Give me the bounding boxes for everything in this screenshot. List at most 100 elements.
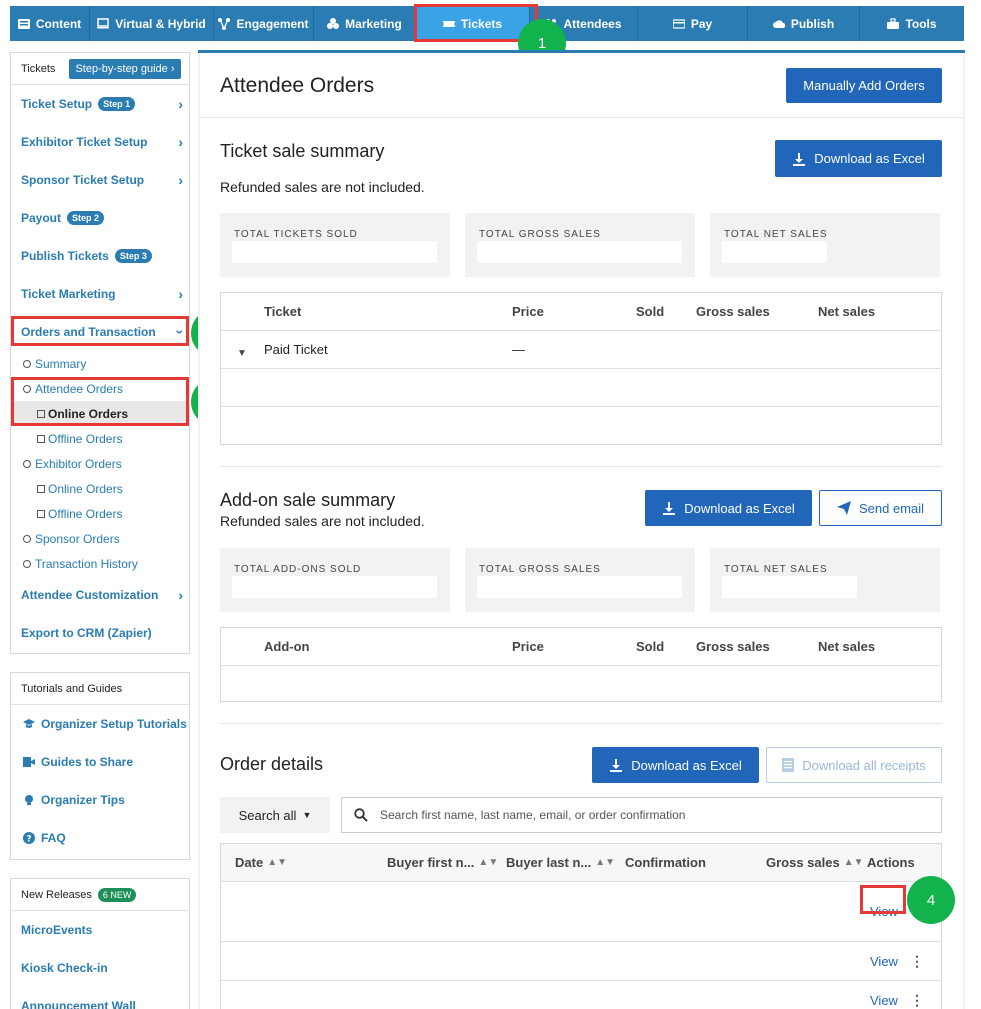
ticket-download-excel-button[interactable]: Download as Excel xyxy=(775,140,942,177)
stat-value xyxy=(477,241,682,263)
sidebar-item-export-crm[interactable]: Export to CRM (Zapier) xyxy=(11,614,189,652)
col-confirmation: Confirmation xyxy=(625,855,706,870)
more-options-icon[interactable]: ⋮ xyxy=(910,942,924,980)
tab-content[interactable]: Content xyxy=(10,6,90,41)
ticket-name: Paid Ticket xyxy=(264,342,328,357)
sidebar-sub-exhibitor-orders[interactable]: Exhibitor Orders xyxy=(11,451,189,476)
sidebar-item-exhibitor-ticket-setup[interactable]: Exhibitor Ticket Setup › xyxy=(11,123,189,161)
release-label: Announcement Wall xyxy=(21,999,136,1009)
tutorial-label: Guides to Share xyxy=(41,755,134,769)
order-details-title: Order details xyxy=(220,754,324,774)
circle-bullet-icon xyxy=(23,384,31,393)
table-row xyxy=(221,666,941,704)
sidebar-item-orders-transaction[interactable]: Orders and Transaction › xyxy=(11,313,189,351)
stat-label: TOTAL GROSS SALES xyxy=(479,564,601,575)
search-scope-dropdown[interactable]: Search all ▼ xyxy=(220,797,330,833)
sidebar-sub-exhibitor-online-orders[interactable]: Online Orders xyxy=(11,476,189,501)
sidebar-sub-sponsor-orders[interactable]: Sponsor Orders xyxy=(11,526,189,551)
download-receipts-button[interactable]: Download all receipts xyxy=(766,747,942,783)
tab-tools[interactable]: Tools xyxy=(860,6,964,41)
sidebar-sub-attendee-orders[interactable]: Attendee Orders xyxy=(11,376,189,401)
order-search-input[interactable] xyxy=(380,808,920,822)
sub-item-label: Summary xyxy=(35,356,87,371)
tutorial-guides-link[interactable]: Guides to Share xyxy=(11,743,189,781)
search-scope-label: Search all xyxy=(238,807,297,823)
col-gross-sales[interactable]: Gross sales ▲▼ xyxy=(766,844,864,881)
button-label: Download as Excel xyxy=(684,500,795,516)
col-buyer-first-name[interactable]: Buyer first n... ▲▼ xyxy=(387,844,498,881)
tab-engagement[interactable]: Engagement xyxy=(214,6,314,41)
tab-marketing[interactable]: Marketing xyxy=(314,6,416,41)
more-options-icon[interactable]: ⋮ xyxy=(910,981,924,1009)
step-guide-label: Step-by-step guide xyxy=(75,62,168,75)
tab-publish[interactable]: Publish xyxy=(748,6,860,41)
sidebar-item-ticket-marketing[interactable]: Ticket Marketing › xyxy=(11,275,189,313)
tab-tickets-label: Tickets xyxy=(460,16,503,31)
view-order-link[interactable]: View xyxy=(870,882,898,941)
sidebar-item-sponsor-ticket-setup[interactable]: Sponsor Ticket Setup › xyxy=(11,161,189,199)
order-details-table: Date ▲▼ Buyer first n... ▲▼ Buyer last n..… xyxy=(220,843,942,1009)
sidebar-item-payout[interactable]: Payout Step 2 xyxy=(11,199,189,237)
page-title: Attendee Orders xyxy=(220,74,375,97)
tab-virtual-hybrid-label: Virtual & Hybrid xyxy=(115,16,206,31)
button-label: Download all receipts xyxy=(802,757,926,773)
tab-pay[interactable]: Pay xyxy=(638,6,748,41)
top-nav: Content Virtual & Hybrid Engagement Mark… xyxy=(10,6,964,41)
col-label: Date xyxy=(235,855,264,870)
stat-label: TOTAL TICKETS SOLD xyxy=(234,229,358,240)
search-icon xyxy=(354,808,368,822)
view-order-link[interactable]: View xyxy=(870,981,898,1009)
tab-tickets[interactable]: Tickets xyxy=(416,6,530,41)
sidebar-item-label: Export to CRM (Zapier) xyxy=(21,626,152,640)
sidebar-item-ticket-setup[interactable]: Ticket Setup Step 1 › xyxy=(11,85,189,123)
content-icon xyxy=(17,18,30,29)
sort-icon: ▲▼ xyxy=(267,857,287,868)
step-guide-button[interactable]: Step-by-step guide › xyxy=(69,58,181,79)
sidebar-item-label: Attendee Customization xyxy=(21,588,159,602)
sub-item-label: Offline Orders xyxy=(48,506,123,521)
paper-plane-icon xyxy=(836,501,851,515)
release-announcement[interactable]: Announcement Wall xyxy=(11,987,189,1009)
view-order-link[interactable]: View xyxy=(870,942,898,980)
tab-virtual-hybrid[interactable]: Virtual & Hybrid xyxy=(90,6,214,41)
sidebar-item-label: Ticket Setup xyxy=(21,97,93,111)
step-badge: Step 2 xyxy=(67,211,105,225)
col-date[interactable]: Date ▲▼ xyxy=(235,844,287,881)
addon-summary-title: Add-on sale summary xyxy=(220,490,396,510)
col-label: Buyer first n... xyxy=(387,855,475,870)
tutorial-tips-link[interactable]: Organizer Tips xyxy=(11,781,189,819)
release-microevents[interactable]: MicroEvents xyxy=(11,911,189,949)
stat-addon-gross-sales: TOTAL GROSS SALES xyxy=(465,548,695,612)
sidebar-item-publish-tickets[interactable]: Publish Tickets Step 3 xyxy=(11,237,189,275)
orders-download-excel-button[interactable]: Download as Excel xyxy=(592,747,759,783)
tutorial-setup-link[interactable]: Organizer Setup Tutorials xyxy=(11,705,189,743)
sidebar-item-label: Payout xyxy=(21,211,62,225)
send-email-button[interactable]: Send email xyxy=(819,490,942,526)
circle-bullet-icon xyxy=(23,459,31,468)
releases-header: New Releases 6 NEW xyxy=(11,879,189,911)
stat-value xyxy=(232,241,437,263)
stat-total-addons-sold: TOTAL ADD-ONS SOLD xyxy=(220,548,450,612)
expand-caret-icon[interactable]: ▼ xyxy=(237,335,247,372)
sidebar-sub-attendee-online-orders[interactable]: Online Orders xyxy=(11,401,189,426)
button-label: Download as Excel xyxy=(631,757,742,773)
chevron-right-icon: › xyxy=(178,134,183,150)
sidebar-item-attendee-customization[interactable]: Attendee Customization › xyxy=(11,576,189,614)
table-row: View xyxy=(221,882,941,942)
col-buyer-last-name[interactable]: Buyer last n... ▲▼ xyxy=(506,844,615,881)
col-price: Price xyxy=(512,639,544,654)
sidebar-item-label: Orders and Transaction xyxy=(21,325,156,339)
sidebar-sub-attendee-offline-orders[interactable]: Offline Orders xyxy=(11,426,189,451)
manually-add-orders-button[interactable]: Manually Add Orders xyxy=(786,68,942,103)
addon-download-excel-button[interactable]: Download as Excel xyxy=(645,490,812,526)
sub-item-label: Sponsor Orders xyxy=(35,531,120,546)
release-kiosk[interactable]: Kiosk Check-in xyxy=(11,949,189,987)
table-row xyxy=(221,369,941,407)
sidebar-sub-transaction-history[interactable]: Transaction History xyxy=(11,551,189,576)
sidebar-sub-exhibitor-offline-orders[interactable]: Offline Orders xyxy=(11,501,189,526)
tutorial-label: Organizer Setup Tutorials xyxy=(41,717,187,731)
sidebar-sub-summary[interactable]: Summary xyxy=(11,351,189,376)
order-search-box xyxy=(341,797,942,833)
tutorial-faq-link[interactable]: ? FAQ xyxy=(11,819,189,857)
card-icon xyxy=(672,18,685,29)
